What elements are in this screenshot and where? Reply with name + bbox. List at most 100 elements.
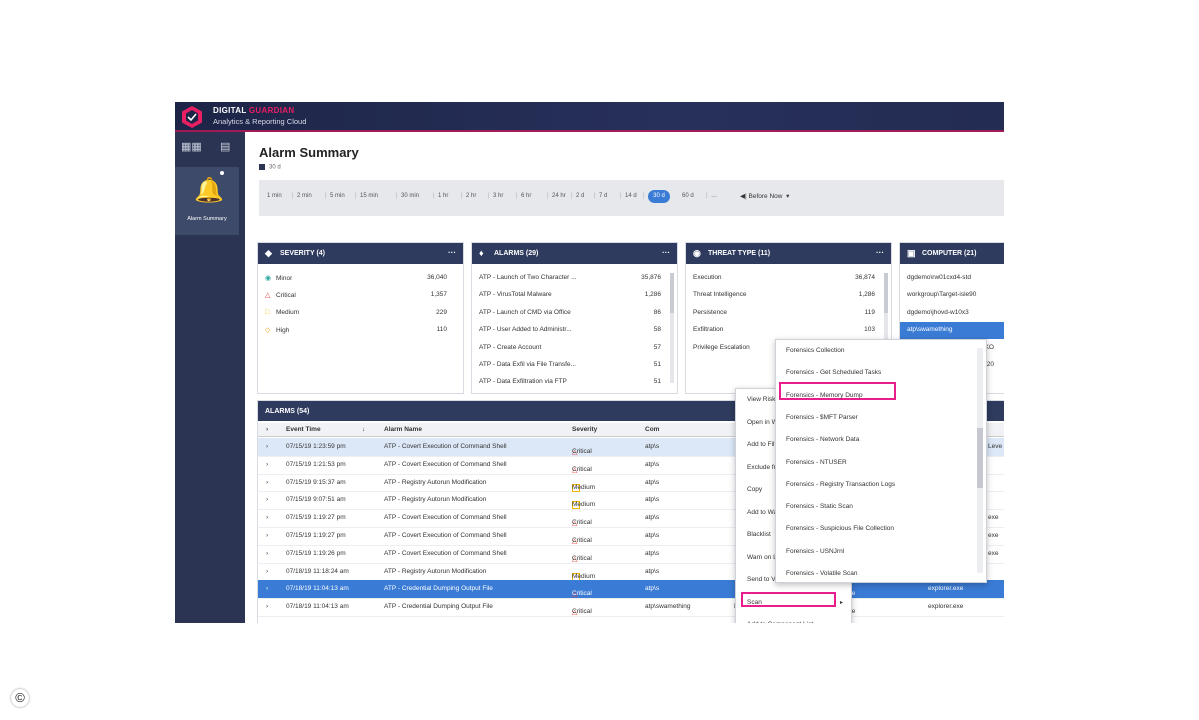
list-item[interactable]: workgroup\Target-isle90 [900,287,1004,304]
item-label: Privilege Escalation [693,343,750,351]
expand-row-icon[interactable]: › [266,514,268,521]
before-now-dropdown[interactable]: ◀| Before Now ▾ [740,192,789,200]
time-option[interactable]: 60 d [682,193,694,199]
app-window: DIGITAL GUARDIAN Analytics & Reporting C… [175,102,1004,623]
list-item[interactable]: □ Medium 229 [258,305,463,322]
expand-row-icon[interactable]: › [266,479,268,486]
context-menu-item[interactable]: Add to Component List [747,621,813,623]
column-severity[interactable]: Severity [572,426,597,433]
alarm-name: ATP - Covert Execution of Command Shell [384,532,507,539]
time-option[interactable]: 30 d [648,190,670,203]
list-item[interactable]: Persistence 119 [686,305,891,322]
scan-submenu-item[interactable]: Forensics - Memory Dump [786,392,863,399]
list-item[interactable]: Exfiltration 103 [686,322,891,339]
expand-row-icon[interactable]: › [266,532,268,539]
list-item[interactable]: ATP - VirusTotal Malware 1,286 [472,287,677,304]
expand-row-icon[interactable]: › [266,568,268,575]
context-menu-item[interactable]: Blacklist [747,531,771,538]
computer-cell: atp\s [645,478,660,486]
list-item[interactable]: Threat Intelligence 1,286 [686,287,891,304]
list-item[interactable]: ATP - User Added to Administr... 58 [472,322,677,339]
time-option[interactable]: … [711,193,717,199]
context-menu-item[interactable]: Scan [747,599,762,606]
time-option[interactable]: 24 hr [552,193,566,199]
item-count: 35,876 [641,274,661,281]
time-option[interactable]: 1 hr [438,193,448,199]
time-option[interactable]: 6 hr [521,193,531,199]
scan-submenu-item[interactable]: Forensics - Static Scan [786,503,853,510]
list-item[interactable]: ◇ High 110 [258,322,463,339]
context-menu-item[interactable]: Copy [747,486,762,493]
more-options-icon[interactable]: ··· [448,248,456,257]
list-item[interactable]: atp\swamething [900,322,1004,340]
list-item[interactable]: ATP - Launch of CMD via Office 86 [472,305,677,322]
list-item[interactable]: ◉ Minor 36,040 [258,270,463,287]
time-option[interactable]: 5 min [330,193,345,199]
item-name: atp\swamething [907,326,953,333]
expand-row-icon[interactable]: › [266,585,268,592]
time-option[interactable]: 7 d [599,193,607,199]
item-label: ATP - Launch of CMD via Office [479,308,571,316]
computer-cell: atp\s [645,496,660,504]
process-cell: exe [988,514,999,522]
scan-submenu-item[interactable]: Forensics - NTUSER [786,459,847,466]
expand-row-icon[interactable]: › [266,603,268,610]
scan-submenu-item[interactable]: Forensics - $MFT Parser [786,414,858,421]
context-menu-item[interactable]: View Risk [747,396,775,403]
list-item[interactable]: ATP - Create Account 57 [472,340,677,357]
alarm-name: ATP - Registry Autorun Modification [384,496,487,504]
more-options-icon[interactable]: ··· [662,248,670,257]
column-event-time[interactable]: Event Time [286,426,321,433]
list-item[interactable]: ATP - Data Exfil via File Transfe... 51 [472,357,677,374]
event-time: 07/15/19 1:19:27 pm [286,514,346,522]
column-computer[interactable]: Com [645,426,659,433]
reports-icon[interactable]: ▤ [220,140,230,153]
scan-submenu-item[interactable]: Forensics - USNJrnl [786,548,844,555]
list-item[interactable]: dgdemo\jhovd-w10x3 [900,305,1004,322]
list-item[interactable]: ATP - Launch of Two Character ... 35,876 [472,270,677,287]
time-option[interactable]: 2 d [576,193,584,199]
time-option[interactable]: 14 d [625,193,637,199]
separator: | [706,193,708,199]
scan-submenu-item[interactable]: Forensics - Registry Transaction Logs [786,481,895,488]
scan-submenu-item[interactable]: Forensics - Volatile Scan [786,570,858,577]
scrollbar[interactable] [670,273,674,383]
column-alarm-name[interactable]: Alarm Name [384,426,422,433]
item-label: ATP - Launch of Two Character ... [479,274,577,281]
bell-icon: 🔔 [194,177,224,204]
time-option[interactable]: 15 min [360,193,378,199]
item-label: ATP - VirusTotal Malware [479,291,552,299]
table-row[interactable]: › 07/18/19 11:04:13 am ATP - Credential Du… [258,580,1004,600]
list-item[interactable]: dgdemo\rw01cxd4-std [900,270,1004,287]
expand-row-icon[interactable]: › [266,496,268,503]
alarm-name: ATP - Credential Dumping Output File [384,585,493,593]
brand-name: DIGITAL GUARDIAN [213,106,295,115]
table-row[interactable]: › 07/18/19 11:04:13 am ATP - Credential Du… [258,598,1004,617]
expand-row-icon[interactable]: › [266,550,268,557]
dashboard-icon[interactable]: ▦▦ [181,140,202,153]
item-name: Exfiltration [693,326,723,333]
time-option[interactable]: 2 hr [466,193,476,199]
scan-submenu-item[interactable]: Forensics - Get Scheduled Tasks [786,369,881,376]
sidebar-item-alarm-summary[interactable]: 🔔 Alarm Summary [175,167,239,235]
process-cell: exe [988,549,999,557]
scan-submenu-item[interactable]: Forensics - Suspicious File Collection [786,525,894,532]
sort-desc-icon[interactable]: ↓ [362,426,365,433]
separator: | [547,193,549,199]
time-option[interactable]: 2 min [297,193,312,199]
item-count: 1,286 [858,291,875,299]
scan-submenu-item[interactable]: Forensics - Network Data [786,436,859,443]
time-option[interactable]: 30 min [401,193,419,199]
time-option[interactable]: 1 min [267,193,282,199]
more-options-icon[interactable]: ··· [876,248,884,257]
expand-row-icon[interactable]: › [266,443,268,450]
list-item[interactable]: △ Critical 1,357 [258,287,463,304]
list-item[interactable]: ATP - Data Exfiltration via FTP 51 [472,374,677,391]
scan-submenu-item[interactable]: Forensics Collection [786,347,845,354]
event-time: 07/18/19 11:04:13 am [286,603,349,611]
expand-row-icon[interactable]: › [266,461,268,468]
scrollbar[interactable] [977,348,983,573]
list-item[interactable]: Execution 36,874 [686,270,891,287]
time-option[interactable]: 3 hr [493,193,503,199]
item-count: 229 [436,308,447,316]
